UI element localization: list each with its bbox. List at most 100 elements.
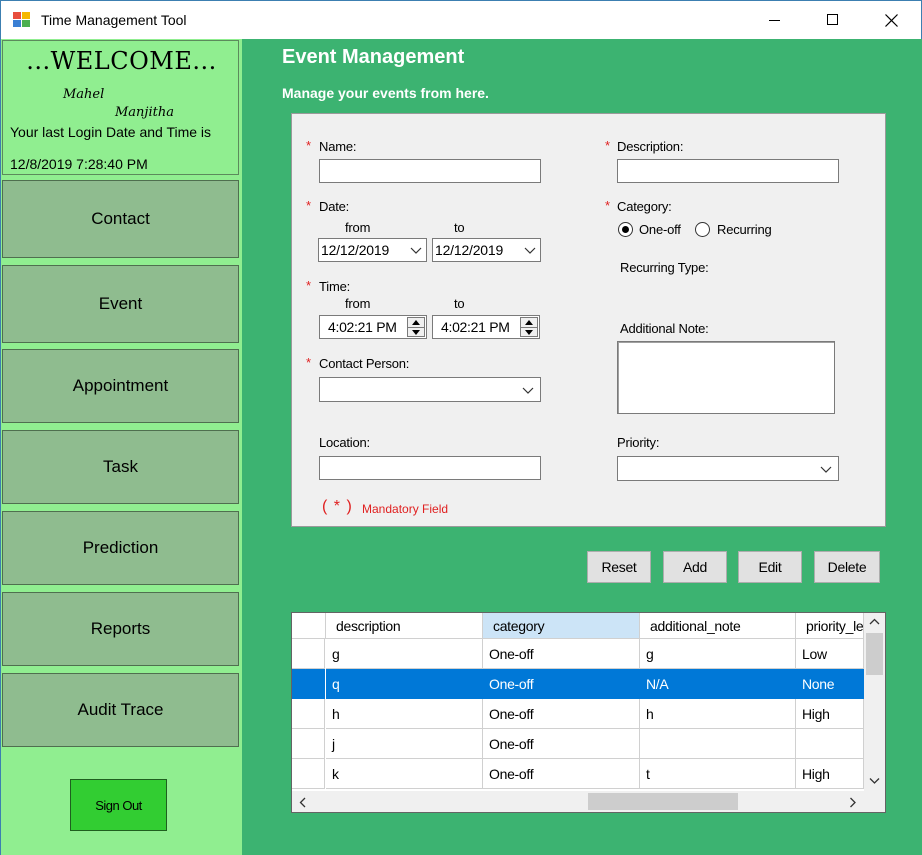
main-panel: Event Management Manage your events from… (242, 39, 922, 855)
date-from-picker[interactable]: 12/12/2019 (318, 238, 427, 262)
table-cell[interactable]: g (326, 639, 483, 669)
spin-arrows-icon[interactable] (407, 317, 425, 337)
table-cell[interactable]: High (796, 699, 864, 729)
date-to-picker[interactable]: 12/12/2019 (432, 238, 541, 262)
location-input[interactable] (319, 456, 541, 480)
time-from-value: 4:02:21 PM (328, 319, 397, 335)
nav-appointment-button[interactable]: Appointment (2, 349, 239, 423)
delete-button[interactable]: Delete (814, 551, 880, 583)
column-header-priority-level[interactable]: priority_level (796, 613, 864, 639)
table-cell[interactable] (640, 729, 796, 759)
table-cell[interactable]: One-off (483, 729, 640, 759)
minimize-button[interactable] (746, 1, 804, 39)
table-cell[interactable]: h (640, 699, 796, 729)
scroll-left-icon[interactable] (299, 797, 307, 808)
mandatory-field-note: Mandatory Field (362, 502, 449, 516)
scroll-right-icon[interactable] (849, 797, 857, 808)
name-input[interactable] (319, 159, 541, 183)
required-mark: * (306, 355, 312, 370)
category-one-off-radio[interactable] (618, 222, 633, 237)
mandatory-mark: ( * ) (322, 498, 353, 515)
table-cell[interactable]: None (796, 669, 864, 699)
table-cell[interactable]: k (326, 759, 483, 789)
category-one-off-label[interactable]: One-off (639, 222, 681, 237)
page-subtitle: Manage your events from here. (282, 85, 489, 101)
vertical-scrollbar[interactable] (864, 613, 885, 791)
required-mark: * (306, 278, 312, 293)
nav-event-button[interactable]: Event (2, 265, 239, 343)
priority-select[interactable] (617, 456, 839, 481)
nav-audit-trace-button[interactable]: Audit Trace (2, 673, 239, 747)
table-row[interactable]: j One-off (292, 729, 864, 759)
row-header[interactable] (292, 759, 325, 789)
row-header[interactable] (292, 639, 325, 669)
time-to-picker[interactable]: 4:02:21 PM (432, 315, 540, 339)
add-button[interactable]: Add (663, 551, 727, 583)
category-recurring-radio[interactable] (695, 222, 710, 237)
table-cell[interactable]: One-off (483, 759, 640, 789)
events-grid[interactable]: description category additional_note pri… (291, 612, 886, 813)
column-header-additional-note[interactable]: additional_note (640, 613, 796, 639)
scroll-down-icon[interactable] (869, 777, 880, 785)
description-input[interactable] (617, 159, 839, 183)
table-row[interactable]: g One-off g Low (292, 639, 864, 669)
time-from-picker[interactable]: 4:02:21 PM (319, 315, 427, 339)
horizontal-scrollbar[interactable] (292, 791, 864, 812)
row-header[interactable] (292, 729, 325, 759)
location-label: Location: (319, 435, 370, 450)
table-cell[interactable] (796, 729, 864, 759)
nav-reports-button[interactable]: Reports (2, 592, 239, 666)
title-bar[interactable]: Time Management Tool (1, 1, 921, 39)
nav-contact-button[interactable]: Contact (2, 180, 239, 258)
app-icon (13, 12, 30, 27)
table-cell[interactable]: t (640, 759, 796, 789)
additional-note-textarea[interactable] (617, 341, 835, 414)
required-mark: * (605, 198, 611, 213)
contact-person-select[interactable] (319, 377, 541, 402)
table-cell[interactable]: Low (796, 639, 864, 669)
table-cell[interactable]: One-off (483, 699, 640, 729)
table-cell[interactable]: One-off (483, 639, 640, 669)
chevron-down-icon (820, 466, 832, 473)
column-header-category[interactable]: category (483, 613, 640, 639)
app-window: Time Management Tool ...WELCOME... Mahel… (0, 0, 922, 855)
table-row[interactable]: k One-off t High (292, 759, 864, 789)
grid-viewport: description category additional_note pri… (292, 613, 864, 791)
maximize-icon (827, 14, 838, 25)
sign-out-button[interactable]: Sign Out (70, 779, 167, 831)
table-row-selected[interactable]: q One-off N/A None (292, 669, 864, 699)
required-mark: * (306, 138, 312, 153)
date-to-value: 12/12/2019 (435, 242, 504, 258)
spin-arrows-icon[interactable] (520, 317, 538, 337)
last-login-value: 12/8/2019 7:28:40 PM (10, 156, 148, 172)
table-cell[interactable]: N/A (640, 669, 796, 699)
row-header[interactable] (292, 699, 325, 729)
horizontal-scroll-thumb[interactable] (588, 793, 738, 810)
time-to-value: 4:02:21 PM (441, 319, 510, 335)
time-label: Time: (319, 279, 351, 294)
user-last-name: Manjitha (115, 105, 174, 120)
category-recurring-label[interactable]: Recurring (717, 222, 772, 237)
column-header-description[interactable]: description (326, 613, 483, 639)
user-first-name: Mahel (63, 87, 105, 102)
close-button[interactable] (862, 1, 920, 39)
table-cell[interactable]: q (326, 669, 483, 699)
minimize-icon (769, 20, 780, 21)
maximize-button[interactable] (804, 1, 862, 39)
table-cell[interactable]: High (796, 759, 864, 789)
nav-prediction-button[interactable]: Prediction (2, 511, 239, 585)
scroll-up-icon[interactable] (869, 618, 880, 626)
table-cell[interactable]: g (640, 639, 796, 669)
chevron-down-icon (410, 247, 422, 254)
nav-task-button[interactable]: Task (2, 430, 239, 504)
vertical-scroll-thumb[interactable] (866, 633, 883, 675)
table-cell[interactable]: One-off (483, 669, 640, 699)
table-cell[interactable]: h (326, 699, 483, 729)
table-cell[interactable]: j (326, 729, 483, 759)
table-row[interactable]: h One-off h High (292, 699, 864, 729)
category-label: Category: (617, 199, 672, 214)
reset-button[interactable]: Reset (587, 551, 651, 583)
event-form: * Name: * Description: * Date: from to 1… (291, 113, 886, 527)
edit-button[interactable]: Edit (738, 551, 802, 583)
row-header[interactable] (292, 669, 325, 699)
